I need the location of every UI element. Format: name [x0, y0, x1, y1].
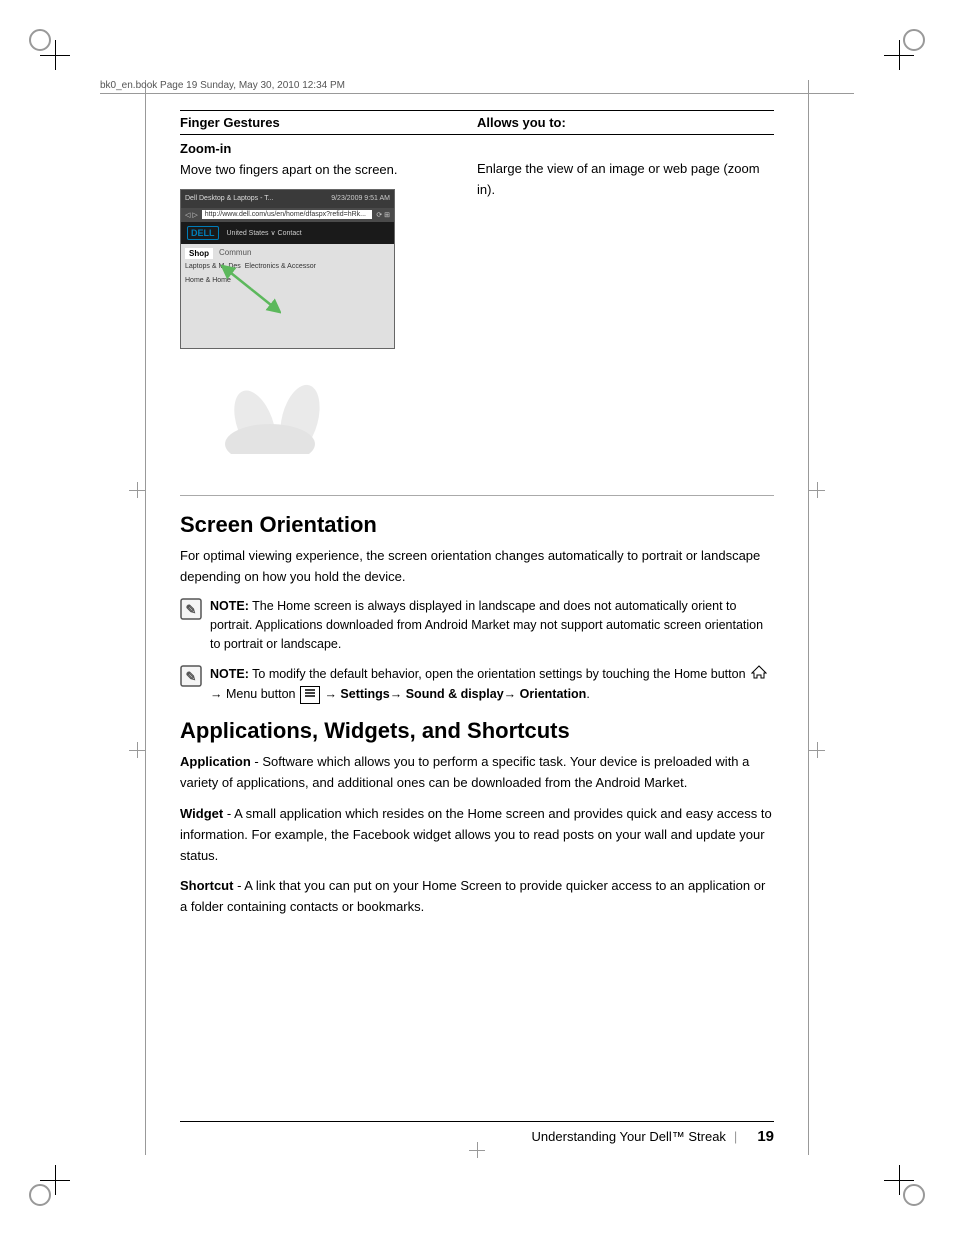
svg-text:✎: ✎ [186, 669, 197, 684]
shop-label: Shop [185, 248, 213, 259]
screenshot-content: Shop Commun Laptops & M Des Electronics … [181, 244, 394, 348]
widget-para: Widget - A small application which resid… [180, 804, 774, 866]
shortcut-para: Shortcut - A link that you can put on yo… [180, 876, 774, 918]
corner-mark-br [884, 1165, 914, 1195]
url-text: http://www.dell.com/us/en/home/dfaspx?re… [202, 210, 373, 219]
application-label: Application [180, 754, 251, 769]
home-icon [751, 664, 767, 686]
note-text-2: NOTE: To modify the default behavior, op… [210, 664, 774, 705]
footer-text: Understanding Your Dell™ Streak [532, 1129, 726, 1144]
corner-mark-tl [40, 40, 70, 70]
zoom-in-label: Zoom-in [180, 141, 469, 156]
application-text: - Software which allows you to perform a… [180, 754, 749, 790]
screen-orientation-heading: Screen Orientation [180, 512, 774, 538]
settings-label: Settings [340, 687, 389, 701]
svg-text:✎: ✎ [186, 602, 197, 617]
hand-illustration [180, 349, 395, 469]
dell-logo: DELL [187, 226, 219, 240]
page-footer: Understanding Your Dell™ Streak | 19 [180, 1121, 774, 1145]
screenshot-box: Dell Desktop & Laptops - T... 9/23/2009 … [180, 189, 395, 349]
note2-before: To modify the default behavior, open the… [210, 667, 769, 702]
community-label: Commun [219, 248, 251, 259]
application-para: Application - Software which allows you … [180, 752, 774, 794]
note-text-1: NOTE: The Home screen is always displaye… [210, 597, 774, 653]
applications-section: Applications, Widgets, and Shortcuts App… [180, 718, 774, 918]
zoom-in-cell: Zoom-in Move two fingers apart on the sc… [180, 135, 477, 475]
screenshot-bar: Dell Desktop & Laptops - T... 9/23/2009 … [181, 190, 394, 208]
widget-text: - A small application which resides on t… [180, 806, 772, 863]
corner-mark-bl [40, 1165, 70, 1195]
file-info: bk0_en.book Page 19 Sunday, May 30, 2010… [100, 80, 345, 91]
zoom-in-description: Move two fingers apart on the screen. [180, 160, 469, 181]
widget-label: Widget [180, 806, 223, 821]
note2-label: NOTE: [210, 667, 249, 681]
laptops-label: Laptops & M [185, 263, 224, 270]
zoom-in-allows-cell: Enlarge the view of an image or web page… [477, 135, 774, 475]
zoom-arrows [221, 264, 281, 317]
side-line-left [145, 80, 146, 1155]
screenshot-bar-text: Dell Desktop & Laptops - T... [185, 195, 274, 202]
note-icon-1: ✎ [180, 598, 202, 620]
note-box-2: ✎ NOTE: To modify the default behavior, … [180, 664, 774, 705]
shortcut-label: Shortcut [180, 878, 233, 893]
dell-nav: DELL United States ∨ Contact [181, 222, 394, 244]
gestures-table: Finger Gestures Allows you to: Zoom-in M… [180, 110, 774, 475]
menu-icon [300, 686, 320, 705]
section-divider-1 [180, 495, 774, 496]
applications-heading: Applications, Widgets, and Shortcuts [180, 718, 774, 744]
zoom-in-allows: Enlarge the view of an image or web page… [477, 159, 766, 201]
note1-label: NOTE: [210, 599, 249, 613]
footer-separator: | [734, 1129, 737, 1144]
screen-orientation-intro: For optimal viewing experience, the scre… [180, 546, 774, 588]
note1-body: The Home screen is always displayed in l… [210, 599, 763, 651]
corner-mark-tr [884, 40, 914, 70]
header-bar: bk0_en.book Page 19 Sunday, May 30, 2010… [100, 80, 854, 94]
sound-display-label: Sound & display [406, 687, 504, 701]
page-number: 19 [757, 1128, 774, 1145]
nav-links: United States ∨ Contact [227, 229, 302, 237]
note-box-1: ✎ NOTE: The Home screen is always displa… [180, 597, 774, 653]
note2-menu-label: Menu button [226, 687, 299, 701]
screenshot-url-bar: ◁ ▷ http://www.dell.com/us/en/home/dfasp… [181, 208, 394, 222]
side-line-right [808, 80, 809, 1155]
home-button-text: Home button [674, 667, 746, 681]
col1-header: Finger Gestures [180, 111, 477, 135]
orientation-label: Orientation [520, 687, 587, 701]
screenshot-inner: Dell Desktop & Laptops - T... 9/23/2009 … [181, 190, 394, 348]
shortcut-text: - A link that you can put on your Home S… [180, 878, 765, 914]
note-icon-2: ✎ [180, 665, 202, 687]
screen-orientation-section: Screen Orientation For optimal viewing e… [180, 512, 774, 705]
main-content: Finger Gestures Allows you to: Zoom-in M… [180, 110, 774, 928]
col2-header: Allows you to: [477, 111, 774, 135]
